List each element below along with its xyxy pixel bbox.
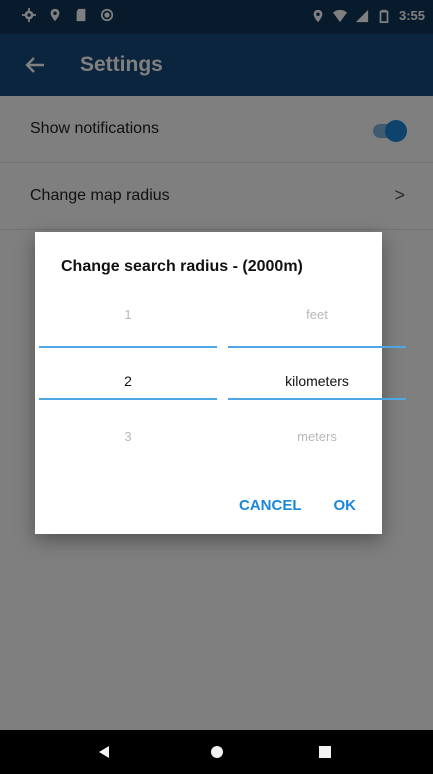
unit-option-selected[interactable]: kilometers xyxy=(228,373,406,389)
picker-divider xyxy=(39,346,217,348)
picker-divider xyxy=(39,398,217,400)
number-picker[interactable]: 1 2 3 xyxy=(39,300,217,470)
cancel-button[interactable]: CANCEL xyxy=(239,497,302,514)
nav-back-icon[interactable] xyxy=(96,744,112,760)
picker-divider xyxy=(228,346,406,348)
number-option-selected[interactable]: 2 xyxy=(39,373,217,389)
number-option-below[interactable]: 3 xyxy=(39,429,217,444)
picker-divider xyxy=(228,398,406,400)
ok-button[interactable]: OK xyxy=(334,497,357,514)
unit-option-below[interactable]: meters xyxy=(228,429,406,444)
system-nav-bar xyxy=(0,730,433,774)
nav-home-icon[interactable] xyxy=(211,746,223,758)
radius-dialog: Change search radius - (2000m) 1 2 3 fee… xyxy=(35,232,406,534)
unit-option-above[interactable]: feet xyxy=(228,307,406,322)
unit-picker[interactable]: feet kilometers meters xyxy=(228,300,406,470)
number-option-above[interactable]: 1 xyxy=(39,307,217,322)
dialog-title: Change search radius - (2000m) xyxy=(61,258,303,275)
nav-recents-icon[interactable] xyxy=(319,746,331,758)
dialog-actions: CANCEL OK xyxy=(239,497,356,514)
